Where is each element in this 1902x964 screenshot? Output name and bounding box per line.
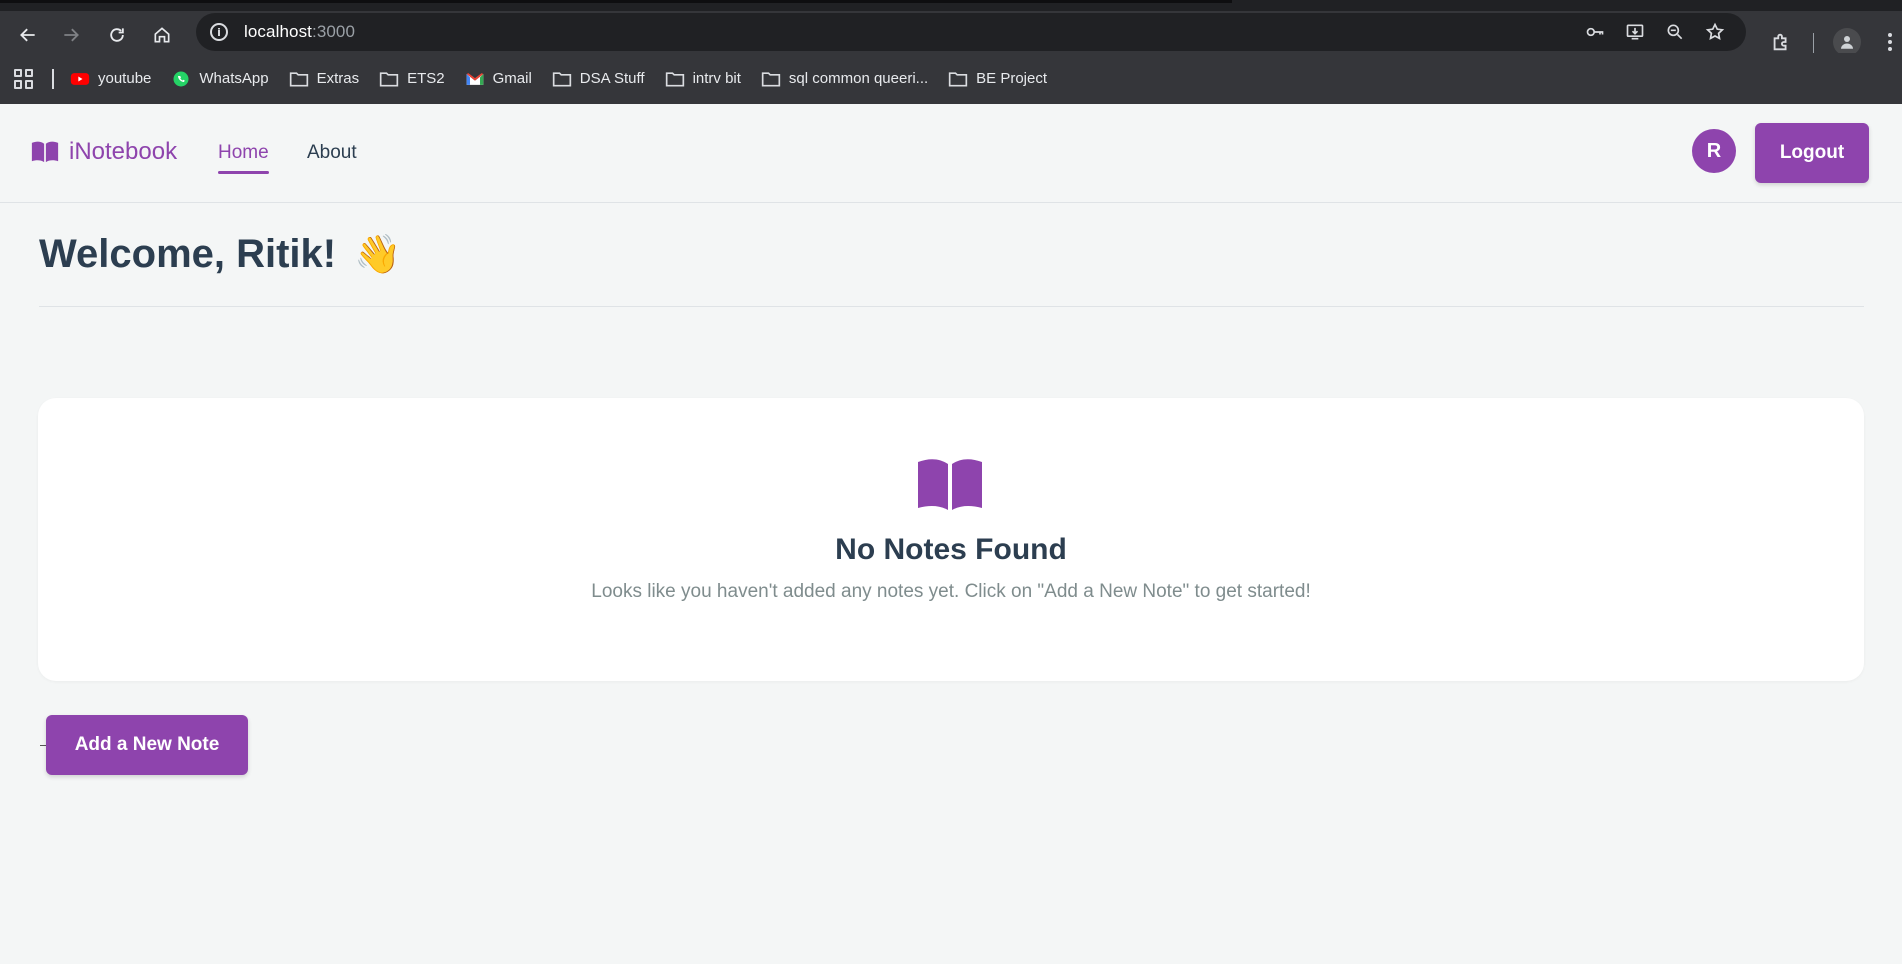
brand-name: iNotebook <box>69 138 178 165</box>
waving-hand-icon: 👋 <box>354 233 402 276</box>
folder-icon <box>665 70 685 88</box>
bookmarks-bar: youtube WhatsApp Extras ETS2 Gmail DSA S… <box>0 53 1902 104</box>
password-key-icon[interactable] <box>1584 21 1606 43</box>
bookmark-intrv-bit[interactable]: intrv bit <box>665 70 741 88</box>
site-info-icon[interactable]: i <box>210 23 228 41</box>
bookmark-extras[interactable]: Extras <box>289 70 359 88</box>
browser-toolbar: i localhost:3000 <box>0 11 1902 56</box>
bookmark-sql-common-queries[interactable]: sql common queeri... <box>761 70 928 88</box>
divider <box>39 306 1864 307</box>
toolbar-divider <box>1813 33 1814 53</box>
bookmark-star-icon[interactable] <box>1704 21 1726 43</box>
bookmark-dsa-stuff[interactable]: DSA Stuff <box>552 70 645 88</box>
folder-icon <box>761 70 781 88</box>
nav-home[interactable]: Home <box>218 142 269 174</box>
install-app-icon[interactable] <box>1624 21 1646 43</box>
reload-icon[interactable] <box>101 19 133 51</box>
bookmark-ets2[interactable]: ETS2 <box>379 70 445 88</box>
apps-grid-icon[interactable] <box>14 68 34 89</box>
app-navbar: iNotebook Home About R Logout <box>0 104 1902 203</box>
nav-about[interactable]: About <box>307 142 357 164</box>
bookmark-youtube[interactable]: youtube <box>70 70 151 88</box>
youtube-icon <box>70 70 90 88</box>
browser-chrome: i localhost:3000 youtube WhatsApp Extras… <box>0 0 1902 104</box>
bookmarks-separator <box>52 68 54 89</box>
forward-icon[interactable] <box>55 19 87 51</box>
welcome-text: Welcome, Ritik! <box>39 232 337 276</box>
empty-state-message: Looks like you haven't added any notes y… <box>591 581 1311 602</box>
gmail-icon <box>465 70 485 88</box>
folder-icon <box>379 70 399 88</box>
whatsapp-icon <box>171 70 191 88</box>
profile-icon[interactable] <box>1833 28 1861 56</box>
add-note-button[interactable]: Add a New Note <box>46 715 248 775</box>
address-bar[interactable]: i localhost:3000 <box>196 13 1746 51</box>
bookmark-be-project[interactable]: BE Project <box>948 70 1047 88</box>
folder-icon <box>552 70 572 88</box>
bookmark-whatsapp[interactable]: WhatsApp <box>171 70 269 88</box>
folder-icon <box>289 70 309 88</box>
welcome-heading: Welcome, Ritik! 👋 <box>39 232 401 277</box>
avatar[interactable]: R <box>1692 129 1736 173</box>
brand-link[interactable]: iNotebook <box>31 138 177 166</box>
logout-button[interactable]: Logout <box>1755 123 1869 183</box>
tab-strip <box>0 0 1902 11</box>
url-text[interactable]: localhost:3000 <box>244 22 355 42</box>
empty-state-title: No Notes Found <box>835 533 1067 566</box>
folder-icon <box>948 70 968 88</box>
bookmark-gmail[interactable]: Gmail <box>465 70 532 88</box>
zoom-out-icon[interactable] <box>1664 21 1686 43</box>
back-icon[interactable] <box>12 19 44 51</box>
book-open-icon <box>918 459 982 510</box>
active-tab-edge <box>0 0 1232 3</box>
book-open-icon <box>31 141 59 163</box>
home-icon[interactable] <box>146 19 178 51</box>
